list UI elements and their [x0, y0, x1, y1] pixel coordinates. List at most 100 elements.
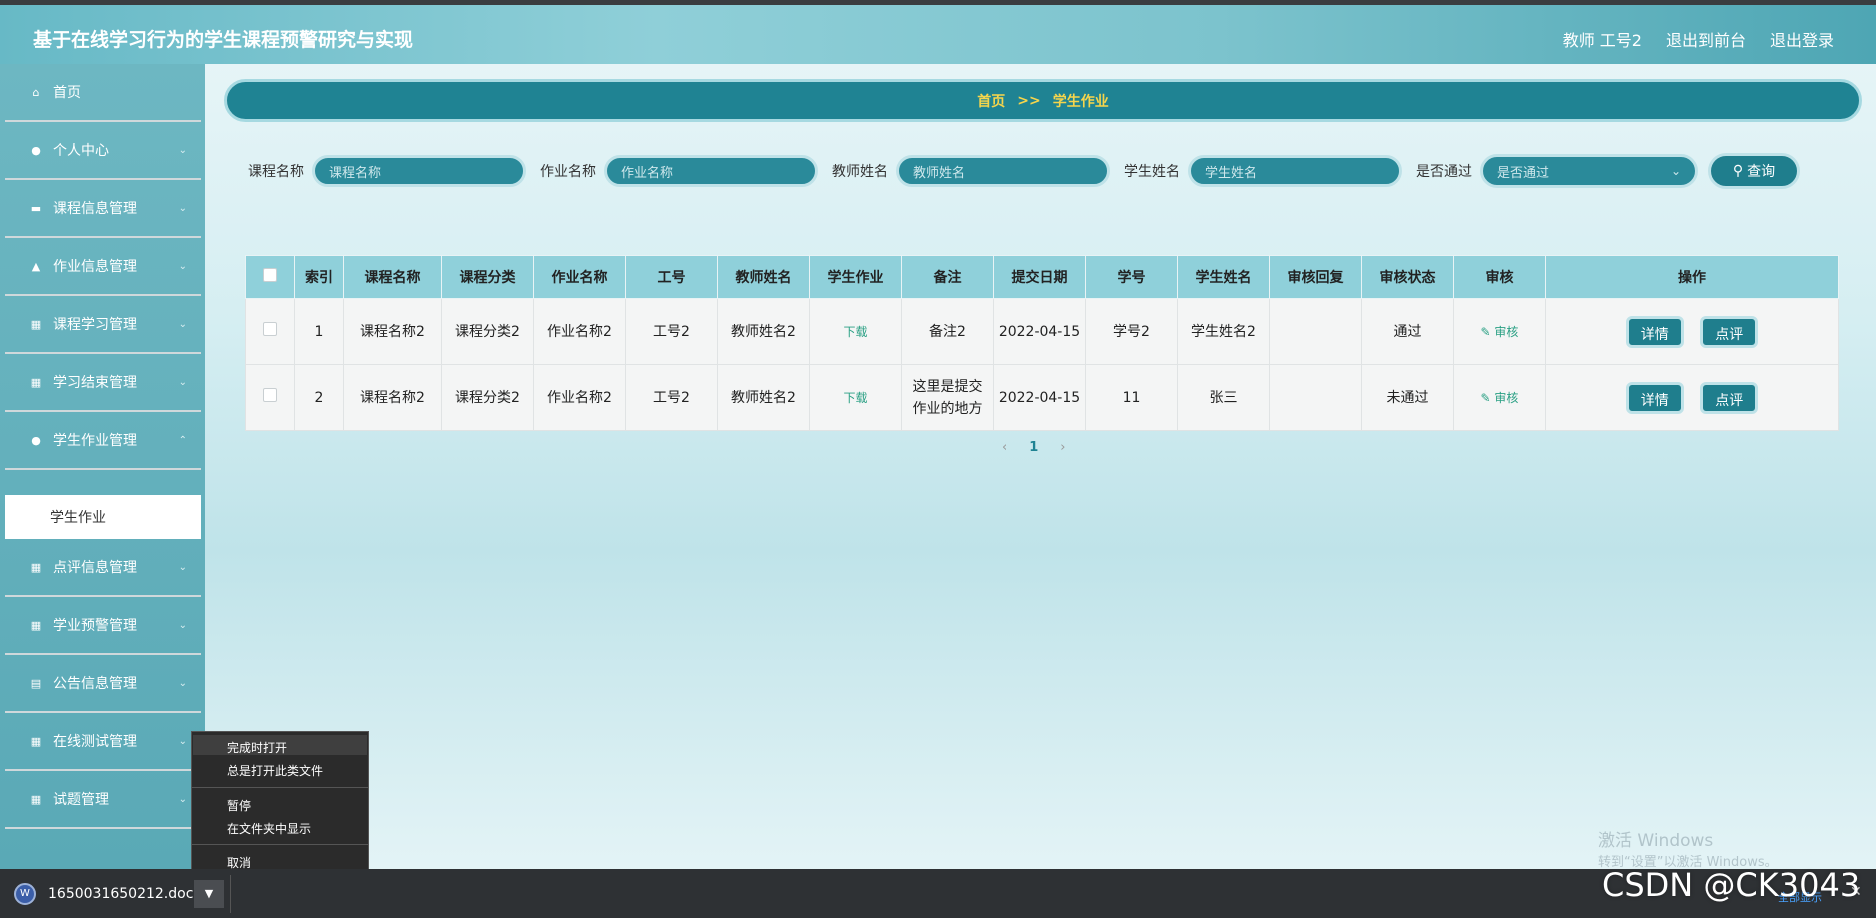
current-page[interactable]: 1 — [1029, 440, 1038, 455]
table-header: 课程分类 — [441, 255, 534, 299]
breadcrumb-separator: >> — [1017, 92, 1041, 109]
homework-name-label: 作业名称 — [540, 164, 596, 180]
user-icon: ● — [31, 433, 41, 447]
teacher-name-input[interactable]: 教师姓名 — [896, 155, 1110, 187]
download-link[interactable]: 下载 — [843, 325, 867, 339]
current-user-label: 教师 工号2 — [1562, 31, 1642, 50]
menu-item-show-in-folder[interactable]: 在文件夹中显示 — [227, 820, 311, 837]
back-to-front-link[interactable]: 退出到前台 — [1666, 27, 1746, 51]
chevron-down-icon: ⌄ — [178, 202, 187, 214]
cell-student: 学生姓名2 — [1177, 298, 1270, 365]
sidebar-item-questions[interactable]: ▦ 试题管理 ⌄ — [5, 771, 201, 829]
cell-actions: 详情 点评 — [1545, 298, 1839, 365]
csdn-watermark: CSDN @CK3043 — [1602, 866, 1861, 904]
breadcrumb: 首页 >> 学生作业 — [224, 79, 1862, 122]
cell-teacher: 教师姓名2 — [717, 298, 810, 365]
search-button[interactable]: ⚲ 查询 — [1708, 153, 1800, 189]
sidebar-item-announcements[interactable]: ▤ 公告信息管理 ⌄ — [5, 655, 201, 713]
chevron-down-icon: ⌄ — [178, 619, 187, 631]
course-name-label: 课程名称 — [248, 164, 304, 180]
sidebar-item-label: 试题管理 — [53, 792, 109, 808]
review-button[interactable]: 点评 — [1700, 315, 1759, 348]
download-file-name[interactable]: 1650031650212.doc — [48, 886, 193, 902]
sidebar-item-course-study[interactable]: ▦ 课程学习管理 ⌄ — [5, 296, 201, 354]
cell-status: 通过 — [1361, 298, 1454, 365]
passed-select-value: 是否通过 — [1497, 165, 1550, 181]
header-actions: 教师 工号2 退出到前台 退出登录 — [1563, 27, 1834, 51]
table-header: 提交日期 — [993, 255, 1086, 299]
row-checkbox[interactable] — [245, 298, 295, 365]
review-button[interactable]: 点评 — [1700, 381, 1759, 414]
sidebar-item-label: 首页 — [53, 85, 81, 101]
row-checkbox[interactable] — [245, 364, 295, 431]
sidebar-item-academic-warning[interactable]: ▦ 学业预警管理 ⌄ — [5, 597, 201, 655]
course-name-input[interactable]: 课程名称 — [312, 155, 526, 187]
edit-icon: ✎ — [1480, 324, 1495, 339]
chevron-down-icon: ⌄ — [178, 318, 187, 330]
sidebar-item-personal-center[interactable]: ● 个人中心 ⌄ — [5, 122, 201, 180]
cell-student-no: 学号2 — [1085, 298, 1178, 365]
sidebar-item-label: 学业预警管理 — [53, 618, 137, 634]
sidebar-item-home[interactable]: ⌂ 首页 — [5, 64, 201, 122]
student-name-input[interactable]: 学生姓名 — [1188, 155, 1402, 187]
breadcrumb-home[interactable]: 首页 — [977, 91, 1005, 111]
table-header: 学生作业 — [809, 255, 902, 299]
homework-name-input[interactable]: 作业名称 — [604, 155, 818, 187]
sidebar-subitem-student-homework[interactable]: 学生作业 — [5, 495, 201, 539]
sidebar-subitem-label: 学生作业 — [50, 510, 106, 526]
cell-course: 课程名称2 — [343, 298, 442, 365]
logout-link[interactable]: 退出登录 — [1770, 27, 1834, 51]
sidebar-item-study-end[interactable]: ▦ 学习结束管理 ⌄ — [5, 354, 201, 412]
sidebar-item-review-info[interactable]: ▦ 点评信息管理 ⌄ — [5, 539, 201, 597]
chevron-up-icon: ⌃ — [178, 434, 187, 446]
next-page-button[interactable]: › — [1060, 440, 1065, 455]
detail-button[interactable]: 详情 — [1625, 381, 1684, 414]
chevron-down-icon: ⌄ — [178, 260, 187, 272]
sidebar-item-label: 学习结束管理 — [53, 375, 137, 391]
menu-item-pause[interactable]: 暂停 — [227, 797, 251, 814]
menu-divider — [192, 787, 368, 788]
detail-button[interactable]: 详情 — [1625, 315, 1684, 348]
chevron-down-icon: ⌄ — [1670, 164, 1681, 178]
cell-teacher: 教师姓名2 — [717, 364, 810, 431]
menu-item-always-open[interactable]: 总是打开此类文件 — [227, 762, 323, 779]
cell-student-no: 11 — [1085, 364, 1178, 431]
cell-date: 2022-04-15 — [993, 298, 1086, 365]
sidebar: ⌂ 首页 ● 个人中心 ⌄ ▬ 课程信息管理 ⌄ ▲ 作业信息管理 ⌄ ▦ 课程… — [0, 64, 205, 869]
table-header: 审核状态 — [1361, 255, 1454, 299]
grid-icon: ▦ — [30, 317, 42, 331]
download-link[interactable]: 下载 — [843, 391, 867, 405]
word-document-icon: W — [14, 883, 36, 905]
select-all-checkbox[interactable] — [245, 255, 295, 299]
download-options-button[interactable]: ▼ — [194, 880, 224, 908]
table-header: 审核 — [1453, 255, 1546, 299]
cell-category: 课程分类2 — [441, 364, 534, 431]
prev-page-button[interactable]: ‹ — [1002, 440, 1007, 455]
search-icon: ⚲ — [1732, 163, 1744, 179]
passed-select[interactable]: 是否通过 ⌄ — [1480, 154, 1698, 188]
menu-divider — [192, 844, 368, 845]
search-button-label: 查询 — [1747, 164, 1776, 180]
cell-homework: 作业名称2 — [533, 364, 626, 431]
student-name-label: 学生姓名 — [1124, 164, 1180, 180]
sidebar-item-homework-info[interactable]: ▲ 作业信息管理 ⌄ — [5, 238, 201, 296]
cell-remark: 这里是提交作业的地方 — [901, 364, 994, 431]
download-bar-divider — [230, 875, 231, 913]
cell-category: 课程分类2 — [441, 298, 534, 365]
grid-icon: ▦ — [30, 792, 42, 806]
chevron-down-icon: ⌄ — [178, 376, 187, 388]
sidebar-item-course-info[interactable]: ▬ 课程信息管理 ⌄ — [5, 180, 201, 238]
sidebar-item-student-homework[interactable]: ● 学生作业管理 ⌃ — [5, 412, 201, 470]
sidebar-item-label: 点评信息管理 — [53, 560, 137, 576]
cell-reply — [1269, 364, 1362, 431]
activate-windows-title: 激活 Windows — [1598, 831, 1714, 851]
audit-link[interactable]: ✎ 审核 — [1481, 325, 1519, 339]
menu-item-open-when-done[interactable]: 完成时打开 — [227, 739, 287, 756]
table-header: 学号 — [1085, 255, 1178, 299]
sidebar-item-label: 个人中心 — [53, 143, 109, 159]
cell-index: 2 — [294, 364, 344, 431]
sidebar-item-online-test[interactable]: ▦ 在线测试管理 ⌄ — [5, 713, 201, 771]
book-icon: ▬ — [30, 201, 42, 215]
sidebar-item-label: 学生作业管理 — [53, 433, 137, 449]
audit-link[interactable]: ✎ 审核 — [1481, 391, 1519, 405]
